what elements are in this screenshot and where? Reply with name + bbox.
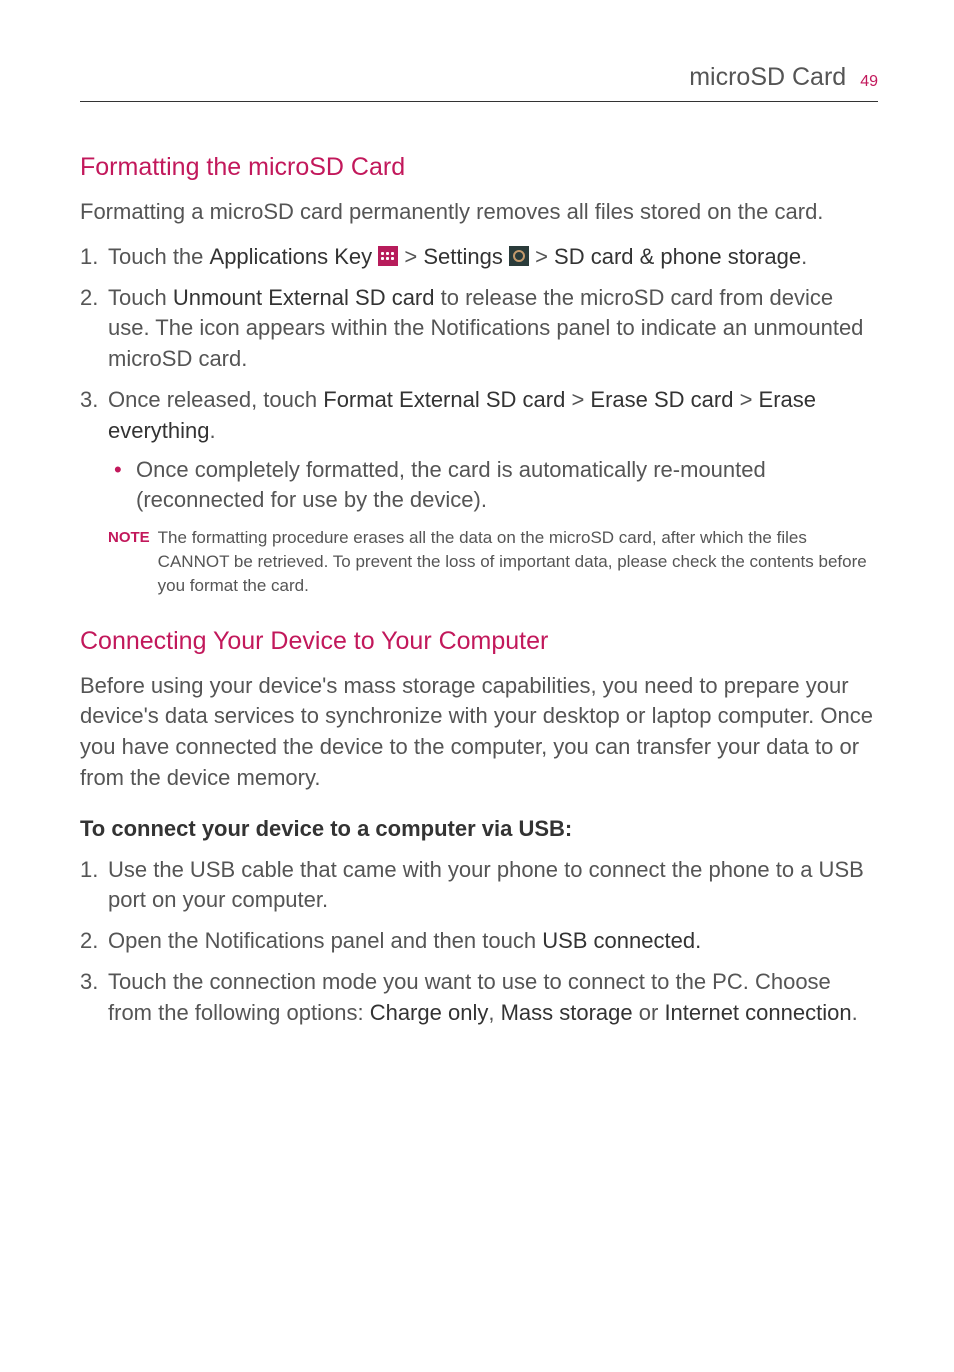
step1-text: Touch the (108, 244, 210, 269)
step-1: Touch the Applications Key > Settings > … (80, 242, 878, 273)
unmount-label: Unmount External SD card (173, 285, 435, 310)
note-block: NOTE The formatting procedure erases all… (80, 526, 878, 597)
page-number: 49 (860, 71, 878, 93)
step2-p1: Touch (108, 285, 173, 310)
step1-end: . (801, 244, 807, 269)
step3-end: . (210, 418, 216, 443)
apps-grid-icon (378, 246, 398, 266)
format-external-label: Format External SD card (323, 387, 565, 412)
charge-only-label: Charge only (370, 1000, 489, 1025)
conn-step-2: Open the Notifications panel and then to… (80, 926, 878, 957)
subheading-usb: To connect your device to a computer via… (80, 814, 878, 845)
usb-connected-label: USB connected. (542, 928, 701, 953)
step3-p1: Once released, touch (108, 387, 323, 412)
applications-key-label: Applications Key (210, 244, 379, 269)
step-3: Once released, touch Format External SD … (80, 385, 878, 516)
heading-formatting: Formatting the microSD Card (80, 150, 878, 185)
internet-connection-label: Internet connection (664, 1000, 851, 1025)
conn-step-1: Use the USB cable that came with your ph… (80, 855, 878, 917)
conn-step3-end: . (852, 1000, 858, 1025)
settings-gear-icon (509, 246, 529, 266)
sd-card-storage-label: SD card & phone storage (554, 244, 801, 269)
step3-bullets: Once completely formatted, the card is a… (108, 455, 878, 517)
settings-label: Settings (423, 244, 509, 269)
step3-bullet-1: Once completely formatted, the card is a… (108, 455, 878, 517)
erase-sd-label: Erase SD card (590, 387, 733, 412)
intro-connecting: Before using your device's mass storage … (80, 671, 878, 794)
step3-gt2: > (733, 387, 758, 412)
heading-connecting: Connecting Your Device to Your Computer (80, 624, 878, 659)
step3-gt1: > (565, 387, 590, 412)
mass-storage-label: Mass storage (501, 1000, 633, 1025)
step-2: Touch Unmount External SD card to releas… (80, 283, 878, 375)
note-text: The formatting procedure erases all the … (158, 526, 878, 597)
note-label: NOTE (108, 526, 150, 597)
conn-step3-c2: or (633, 1000, 665, 1025)
header-title: microSD Card (689, 60, 846, 95)
steps-connecting: Use the USB cable that came with your ph… (80, 855, 878, 1029)
steps-formatting: Touch the Applications Key > Settings > … (80, 242, 878, 516)
conn-step2-p1: Open the Notifications panel and then to… (108, 928, 542, 953)
intro-formatting: Formatting a microSD card permanently re… (80, 197, 878, 228)
page-header: microSD Card 49 (80, 60, 878, 102)
conn-step3-c1: , (488, 1000, 500, 1025)
step1-gt2: > (529, 244, 554, 269)
step1-gt1: > (398, 244, 423, 269)
conn-step-3: Touch the connection mode you want to us… (80, 967, 878, 1029)
section-formatting: Formatting the microSD Card Formatting a… (80, 150, 878, 598)
section-connecting: Connecting Your Device to Your Computer … (80, 624, 878, 1029)
